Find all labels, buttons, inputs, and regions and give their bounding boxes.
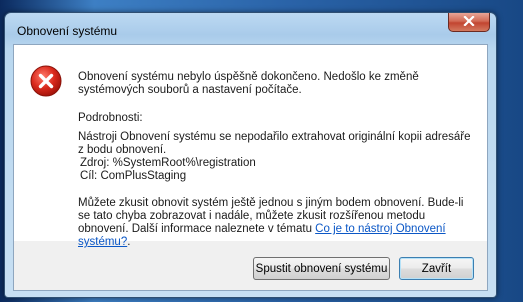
run-restore-button[interactable]: Spustit obnovení systému bbox=[253, 257, 390, 280]
target-line: Cíl: ComPlusStaging bbox=[80, 170, 187, 182]
close-button[interactable]: Zavřít bbox=[399, 257, 474, 280]
title-bar[interactable]: Obnovení systému bbox=[5, 13, 496, 41]
main-message: Obnovení systému nebylo úspěšně dokončen… bbox=[78, 71, 419, 96]
details-message: Nástroji Obnovení systému se nepodařilo … bbox=[78, 131, 471, 156]
dialog-window: Obnovení systému Obnovení systému nebylo… bbox=[4, 12, 497, 298]
message-panel: Obnovení systému nebylo úspěšně dokončen… bbox=[14, 45, 487, 248]
window-title: Obnovení systému bbox=[17, 24, 118, 38]
advice-message: Můžete zkusit obnovit systém ještě jedno… bbox=[78, 197, 478, 249]
error-icon bbox=[30, 65, 62, 97]
close-icon bbox=[463, 13, 475, 31]
close-window-button[interactable] bbox=[448, 13, 490, 32]
dialog-client-area: Obnovení systému nebylo úspěšně dokončen… bbox=[13, 44, 488, 291]
link-suffix: . bbox=[127, 236, 131, 248]
details-heading: Podrobnosti: bbox=[78, 112, 143, 124]
source-line: Zdroj: %SystemRoot%\registration bbox=[80, 157, 256, 169]
